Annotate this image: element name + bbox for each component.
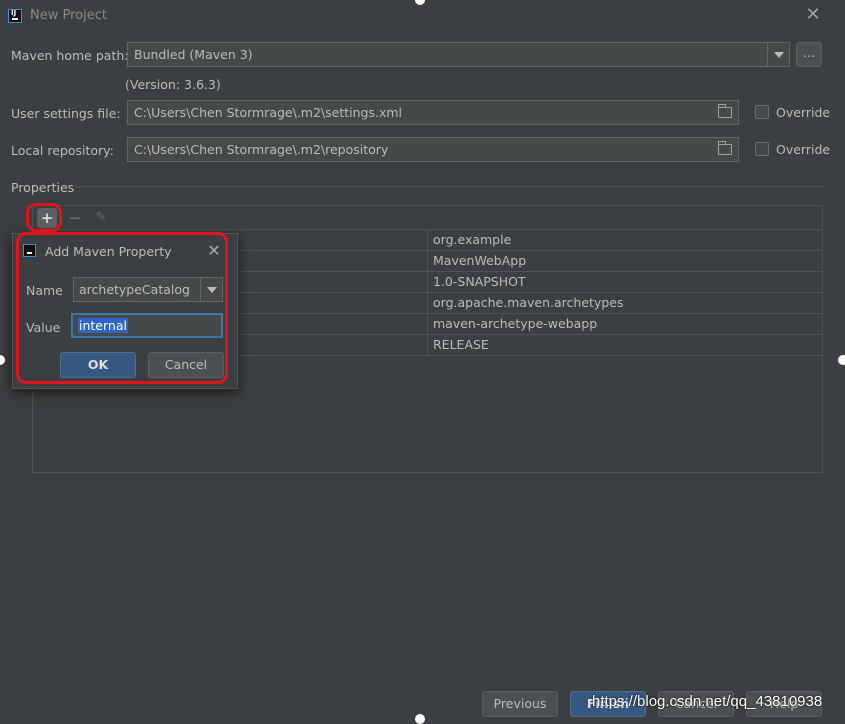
folder-icon[interactable]	[718, 104, 732, 118]
name-label: Name	[26, 283, 63, 298]
edit-property-button[interactable]: ✎	[91, 208, 111, 228]
local-repo-override-checkbox[interactable]	[755, 142, 769, 156]
close-icon[interactable]: ✕	[205, 242, 223, 260]
intellij-logo-icon	[23, 244, 36, 257]
properties-heading: Properties	[11, 180, 75, 195]
maven-home-combo[interactable]: Bundled (Maven 3)	[127, 42, 790, 67]
previous-button[interactable]: Previous	[482, 691, 558, 717]
remove-property-button[interactable]: −	[65, 208, 85, 228]
property-value: org.apache.maven.archetypes	[427, 293, 822, 313]
maven-home-value: Bundled (Maven 3)	[134, 47, 253, 62]
local-repo-value: C:\Users\Chen Stormrage\.m2\repository	[134, 142, 389, 157]
watermark-text: https://blog.csdn.net/qq_43810938	[592, 693, 823, 710]
user-settings-value: C:\Users\Chen Stormrage\.m2\settings.xml	[134, 105, 402, 120]
add-maven-property-dialog: Add Maven Property ✕ Name archetypeCatal…	[12, 233, 238, 389]
cancel-button[interactable]: Cancel	[148, 352, 224, 378]
intellij-logo-icon	[8, 9, 22, 23]
value-input[interactable]: internal	[71, 313, 223, 338]
property-value: org.example	[427, 230, 822, 250]
property-value: RELEASE	[427, 335, 822, 355]
maven-version-text: (Version: 3.6.3)	[125, 77, 221, 92]
section-divider	[74, 186, 824, 187]
resize-handle	[0, 355, 5, 365]
value-label: Value	[26, 320, 61, 335]
name-value: archetypeCatalog	[79, 282, 190, 297]
chevron-down-icon[interactable]	[767, 43, 789, 66]
chevron-down-icon[interactable]	[200, 278, 222, 301]
local-repo-label: Local repository:	[11, 143, 114, 158]
user-settings-override-label: Override	[776, 105, 831, 120]
resize-handle	[838, 355, 845, 365]
property-value: 1.0-SNAPSHOT	[427, 272, 822, 292]
name-combo[interactable]: archetypeCatalog	[73, 277, 223, 302]
add-property-button[interactable]: +	[37, 208, 57, 228]
window-title: New Project	[30, 8, 107, 23]
user-settings-override-checkbox[interactable]	[755, 105, 769, 119]
local-repo-field[interactable]: C:\Users\Chen Stormrage\.m2\repository	[127, 137, 739, 162]
local-repo-override-label: Override	[776, 142, 831, 157]
user-settings-label: User settings file:	[11, 106, 121, 121]
property-value: maven-archetype-webapp	[427, 314, 822, 334]
maven-home-label: Maven home path:	[11, 48, 129, 63]
ok-button[interactable]: OK	[60, 352, 136, 378]
folder-icon[interactable]	[718, 141, 732, 155]
dialog-title: Add Maven Property	[45, 244, 172, 259]
browse-maven-home-button[interactable]: ...	[796, 42, 822, 67]
title-bar: New Project ✕	[0, 0, 845, 34]
properties-toolbar: + − ✎	[32, 205, 823, 229]
value-selected-text: internal	[78, 318, 128, 333]
resize-handle	[415, 714, 425, 724]
close-window-icon[interactable]: ✕	[804, 6, 822, 24]
property-value: MavenWebApp	[427, 251, 822, 271]
user-settings-field[interactable]: C:\Users\Chen Stormrage\.m2\settings.xml	[127, 100, 739, 125]
